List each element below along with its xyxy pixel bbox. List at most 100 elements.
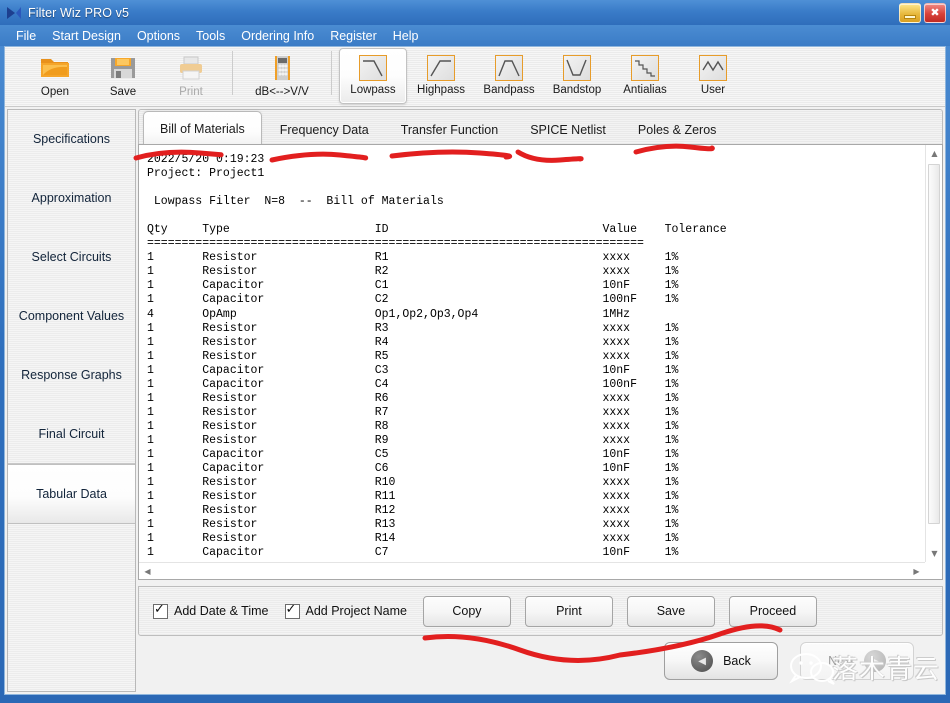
sidebar-label-specifications: Specifications xyxy=(33,132,110,146)
checkbox-add-project-name[interactable]: Add Project Name xyxy=(285,604,407,619)
bandpass-curve-icon xyxy=(495,55,523,81)
tab-transfer-function[interactable]: Transfer Function xyxy=(385,114,515,145)
sidebar-item-component-values[interactable]: Component Values xyxy=(8,287,135,346)
horizontal-scrollbar[interactable]: ◀ ▶ xyxy=(139,562,925,579)
printer-icon xyxy=(174,53,208,83)
back-button[interactable]: ◀ Back xyxy=(664,642,778,680)
toolbar-button-open[interactable]: Open xyxy=(21,48,89,104)
toolbar-separator-2 xyxy=(331,51,332,95)
sidebar-item-select-circuits[interactable]: Select Circuits xyxy=(8,228,135,287)
panel-footer: Add Date & Time Add Project Name Copy Pr… xyxy=(138,586,943,636)
next-button-label: Next xyxy=(828,654,854,668)
next-button[interactable]: Next ▶ xyxy=(800,642,914,680)
toolbar-label-highpass: Highpass xyxy=(417,84,465,96)
sidebar-label-final-circuit: Final Circuit xyxy=(39,427,105,441)
sidebar-item-tabular-data[interactable]: Tabular Data xyxy=(8,464,135,524)
tab-spice-netlist[interactable]: SPICE Netlist xyxy=(514,114,622,145)
save-button[interactable]: Save xyxy=(627,596,715,627)
application-window: Filter Wiz PRO v5 File Start Design Opti… xyxy=(0,0,950,703)
main-panel: Bill of Materials Frequency Data Transfe… xyxy=(138,109,943,636)
toolbar-label-db-vv: dB<-->V/V xyxy=(255,86,309,98)
sidebar-item-specifications[interactable]: Specifications xyxy=(8,110,135,169)
tab-label-spice-netlist: SPICE Netlist xyxy=(530,123,606,137)
checkbox-label-add-project-name: Add Project Name xyxy=(306,604,407,618)
window-title: Filter Wiz PRO v5 xyxy=(28,6,129,20)
scroll-left-arrow-icon[interactable]: ◀ xyxy=(139,563,156,580)
sidebar: Specifications Approximation Select Circ… xyxy=(7,109,136,692)
report-text: 2022/5/20 0:19:23 Project: Project1 Lowp… xyxy=(147,153,925,560)
tab-frequency-data[interactable]: Frequency Data xyxy=(264,114,385,145)
tab-poles-and-zeros[interactable]: Poles & Zeros xyxy=(622,114,733,145)
toolbar-label-bandstop: Bandstop xyxy=(553,84,602,96)
proceed-button[interactable]: Proceed xyxy=(729,596,817,627)
toolbar-button-antialias[interactable]: Antialias xyxy=(611,48,679,104)
toolbar-label-bandpass: Bandpass xyxy=(483,84,534,96)
vertical-scrollbar[interactable]: ▲ ▼ xyxy=(925,145,942,562)
filter-logo-icon xyxy=(6,6,22,20)
window-controls xyxy=(899,3,946,23)
toolbar-button-bandpass[interactable]: Bandpass xyxy=(475,48,543,104)
checkbox-label-add-date-time: Add Date & Time xyxy=(174,604,269,618)
sidebar-item-final-circuit[interactable]: Final Circuit xyxy=(8,405,135,464)
toolbar-button-user[interactable]: User xyxy=(679,48,747,104)
user-curve-icon xyxy=(699,55,727,81)
copy-button[interactable]: Copy xyxy=(423,596,511,627)
back-button-label: Back xyxy=(723,654,751,668)
tab-panel-bill-of-materials: 2022/5/20 0:19:23 Project: Project1 Lowp… xyxy=(138,144,943,580)
tab-label-poles-and-zeros: Poles & Zeros xyxy=(638,123,717,137)
sidebar-item-approximation[interactable]: Approximation xyxy=(8,169,135,228)
body-area: Specifications Approximation Select Circ… xyxy=(5,107,945,694)
sidebar-label-response-graphs: Response Graphs xyxy=(21,368,122,382)
scroll-up-arrow-icon[interactable]: ▲ xyxy=(926,145,943,162)
minimize-button[interactable] xyxy=(899,3,921,23)
tab-label-transfer-function: Transfer Function xyxy=(401,123,499,137)
checkbox-box-add-project-name[interactable] xyxy=(285,604,300,619)
vertical-scroll-thumb[interactable] xyxy=(928,164,940,524)
navigation-strip: ◀ Back Next ▶ xyxy=(138,638,943,692)
toolbar-label-lowpass: Lowpass xyxy=(350,84,395,96)
menu-item-ordering-info[interactable]: Ordering Info xyxy=(233,28,322,44)
menu-item-start-design[interactable]: Start Design xyxy=(44,28,129,44)
toolbar-separator-1 xyxy=(232,51,233,95)
bandstop-curve-icon xyxy=(563,55,591,81)
menu-item-options[interactable]: Options xyxy=(129,28,188,44)
menu-item-help[interactable]: Help xyxy=(385,28,427,44)
title-bar: Filter Wiz PRO v5 xyxy=(0,0,950,25)
toolbar-button-lowpass[interactable]: Lowpass xyxy=(339,48,407,104)
lowpass-curve-icon xyxy=(359,55,387,81)
client-area: Open Save xyxy=(4,46,946,695)
checkbox-box-add-date-time[interactable] xyxy=(153,604,168,619)
scroll-down-arrow-icon[interactable]: ▼ xyxy=(926,545,943,562)
menu-bar: File Start Design Options Tools Ordering… xyxy=(0,25,950,46)
sidebar-label-select-circuits: Select Circuits xyxy=(32,250,112,264)
toolbar-button-print[interactable]: Print xyxy=(157,48,225,104)
toolbar-label-user: User xyxy=(701,84,725,96)
print-button[interactable]: Print xyxy=(525,596,613,627)
tab-strip: Bill of Materials Frequency Data Transfe… xyxy=(138,109,943,145)
report-text-area[interactable]: 2022/5/20 0:19:23 Project: Project1 Lowp… xyxy=(139,145,925,562)
tab-bill-of-materials[interactable]: Bill of Materials xyxy=(143,111,262,146)
antialias-stair-icon xyxy=(631,55,659,81)
calculator-icon xyxy=(265,53,299,83)
toolbar: Open Save xyxy=(5,47,945,107)
toolbar-label-open: Open xyxy=(41,86,69,98)
checkbox-add-date-time[interactable]: Add Date & Time xyxy=(153,604,269,619)
sidebar-label-component-values: Component Values xyxy=(19,309,124,323)
open-folder-icon xyxy=(38,53,72,83)
tab-label-frequency-data: Frequency Data xyxy=(280,123,369,137)
sidebar-label-tabular-data: Tabular Data xyxy=(36,487,107,501)
toolbar-label-print: Print xyxy=(179,86,203,98)
menu-item-file[interactable]: File xyxy=(8,28,44,44)
close-button[interactable] xyxy=(924,3,946,23)
left-triangle-icon: ◀ xyxy=(691,650,713,672)
scrollbar-corner xyxy=(925,562,942,579)
toolbar-button-db-vv[interactable]: dB<-->V/V xyxy=(240,48,324,104)
highpass-curve-icon xyxy=(427,55,455,81)
menu-item-tools[interactable]: Tools xyxy=(188,28,233,44)
scroll-right-arrow-icon[interactable]: ▶ xyxy=(908,563,925,580)
menu-item-register[interactable]: Register xyxy=(322,28,385,44)
toolbar-button-highpass[interactable]: Highpass xyxy=(407,48,475,104)
toolbar-button-save[interactable]: Save xyxy=(89,48,157,104)
sidebar-item-response-graphs[interactable]: Response Graphs xyxy=(8,346,135,405)
toolbar-button-bandstop[interactable]: Bandstop xyxy=(543,48,611,104)
